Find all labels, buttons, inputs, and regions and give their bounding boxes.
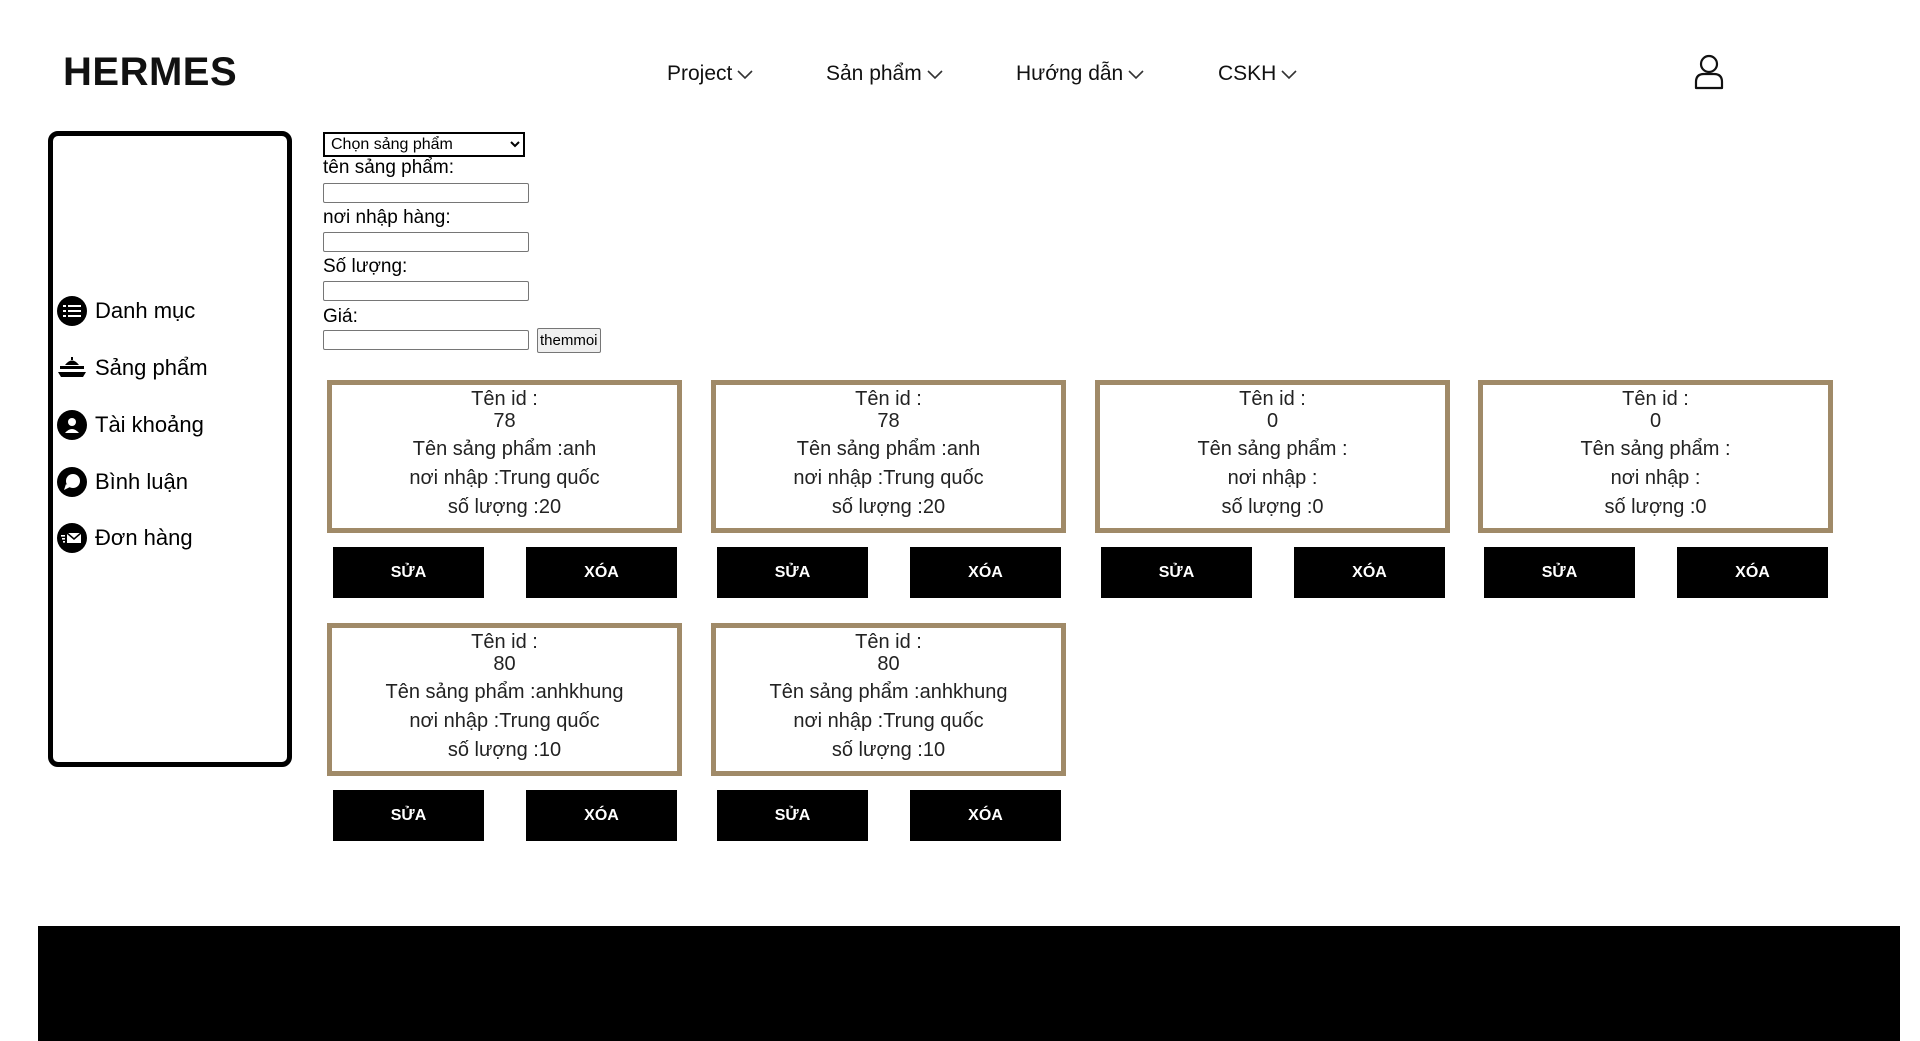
- chevron-down-icon: [737, 70, 753, 80]
- card-quantity: số lượng :20: [447, 496, 562, 518]
- sidebar-item-binh-luan[interactable]: Bình luận: [57, 467, 188, 497]
- add-product-button[interactable]: themmoi: [537, 328, 601, 353]
- admin-sidebar: Danh mục Sảng phẩm Tài khoảng Bình luận …: [48, 131, 292, 767]
- card-quantity: số lượng :20: [831, 496, 946, 518]
- delete-button[interactable]: XÓA: [526, 790, 677, 841]
- quantity-input[interactable]: [323, 281, 529, 301]
- edit-button[interactable]: SỬA: [333, 790, 484, 841]
- sidebar-item-sang-pham[interactable]: Sảng phẩm: [57, 353, 208, 383]
- card-id-label: Tên id :: [855, 388, 922, 410]
- card-origin: nơi nhập :: [1227, 467, 1318, 489]
- product-name-input[interactable]: [323, 183, 529, 203]
- name-label: tên sảng phẩm:: [323, 157, 454, 178]
- chevron-down-icon: [927, 70, 943, 80]
- nav-project-label: Project: [667, 62, 733, 85]
- card-quantity: số lượng :0: [1221, 496, 1324, 518]
- chevron-down-icon: [1281, 70, 1297, 80]
- card-product-name: Tên sảng phẩm :anh: [412, 438, 597, 460]
- card-id-value: 80: [493, 653, 516, 675]
- card-quantity: số lượng :10: [831, 739, 946, 761]
- brand-logo[interactable]: HERMES: [63, 50, 237, 95]
- card-id-label: Tên id :: [855, 631, 922, 653]
- card-product-name: Tên sảng phẩm :anhkhung: [769, 681, 1008, 703]
- sidebar-item-label: Bình luận: [95, 469, 188, 494]
- sidebar-item-label: Danh mục: [95, 298, 196, 323]
- sidebar-item-label: Sảng phẩm: [95, 355, 208, 380]
- card-id-value: 0: [1649, 410, 1662, 432]
- sidebar-item-tai-khoang[interactable]: Tài khoảng: [57, 410, 204, 440]
- card-product-name: Tên sảng phẩm :: [1197, 438, 1348, 460]
- card-quantity: số lượng :0: [1604, 496, 1707, 518]
- product-card: Tên id : 0 Tên sảng phẩm : nơi nhập : số…: [1478, 380, 1833, 533]
- price-label: Giá:: [323, 306, 358, 327]
- sidebar-item-label: Đơn hàng: [95, 525, 193, 550]
- quantity-label: Số lượng:: [323, 256, 408, 277]
- card-id-label: Tên id :: [1239, 388, 1306, 410]
- card-id-value: 0: [1266, 410, 1279, 432]
- card-quantity: số lượng :10: [447, 739, 562, 761]
- delete-button[interactable]: XÓA: [910, 547, 1061, 598]
- delete-button[interactable]: XÓA: [1294, 547, 1445, 598]
- card-id-label: Tên id :: [1622, 388, 1689, 410]
- edit-button[interactable]: SỬA: [1484, 547, 1635, 598]
- origin-label: nơi nhập hàng:: [323, 207, 451, 228]
- nav-san-pham-label: Sản phẩm: [826, 62, 922, 85]
- nav-cskh-label: CSKH: [1218, 62, 1277, 85]
- nav-huong-dan-label: Hướng dẫn: [1016, 62, 1124, 85]
- edit-button[interactable]: SỬA: [1101, 547, 1252, 598]
- edit-button[interactable]: SỬA: [333, 547, 484, 598]
- delete-button[interactable]: XÓA: [910, 790, 1061, 841]
- card-origin: nơi nhập :Trung quốc: [793, 467, 984, 489]
- order-mail-icon: [57, 523, 87, 553]
- comment-icon: [57, 467, 87, 497]
- card-id-value: 78: [493, 410, 516, 432]
- sidebar-item-don-hang[interactable]: Đơn hàng: [57, 523, 193, 553]
- product-select[interactable]: Chọn sảng phẩm: [323, 132, 525, 157]
- list-icon: [57, 296, 87, 326]
- product-card: Tên id : 78 Tên sảng phẩm :anh nơi nhập …: [711, 380, 1066, 533]
- delete-button[interactable]: XÓA: [1677, 547, 1828, 598]
- nav-san-pham[interactable]: Sản phẩm: [826, 62, 943, 86]
- nav-huong-dan[interactable]: Hướng dẫn: [1016, 62, 1144, 86]
- card-origin: nơi nhập :Trung quốc: [409, 467, 600, 489]
- chevron-down-icon: [1128, 70, 1144, 80]
- delete-button[interactable]: XÓA: [526, 547, 677, 598]
- card-product-name: Tên sảng phẩm :anh: [796, 438, 981, 460]
- card-origin: nơi nhập :Trung quốc: [793, 710, 984, 732]
- product-card: Tên id : 0 Tên sảng phẩm : nơi nhập : số…: [1095, 380, 1450, 533]
- product-tray-icon: [57, 353, 87, 383]
- card-id-label: Tên id :: [471, 631, 538, 653]
- edit-button[interactable]: SỬA: [717, 547, 868, 598]
- card-origin: nơi nhập :: [1610, 467, 1701, 489]
- price-input[interactable]: [323, 330, 529, 350]
- card-id-value: 78: [877, 410, 900, 432]
- product-card: Tên id : 78 Tên sảng phẩm :anh nơi nhập …: [327, 380, 682, 533]
- user-icon[interactable]: [1694, 54, 1724, 95]
- card-id-value: 80: [877, 653, 900, 675]
- card-origin: nơi nhập :Trung quốc: [409, 710, 600, 732]
- edit-button[interactable]: SỬA: [717, 790, 868, 841]
- sidebar-item-danh-muc[interactable]: Danh mục: [57, 296, 195, 326]
- nav-project[interactable]: Project: [667, 62, 753, 86]
- nav-cskh[interactable]: CSKH: [1218, 62, 1297, 86]
- card-id-label: Tên id :: [471, 388, 538, 410]
- product-card: Tên id : 80 Tên sảng phẩm :anhkhung nơi …: [711, 623, 1066, 776]
- card-product-name: Tên sảng phẩm :: [1580, 438, 1731, 460]
- origin-input[interactable]: [323, 232, 529, 252]
- sidebar-item-label: Tài khoảng: [95, 412, 204, 437]
- page-footer: [38, 926, 1900, 1041]
- product-card: Tên id : 80 Tên sảng phẩm :anhkhung nơi …: [327, 623, 682, 776]
- account-icon: [57, 410, 87, 440]
- card-product-name: Tên sảng phẩm :anhkhung: [385, 681, 624, 703]
